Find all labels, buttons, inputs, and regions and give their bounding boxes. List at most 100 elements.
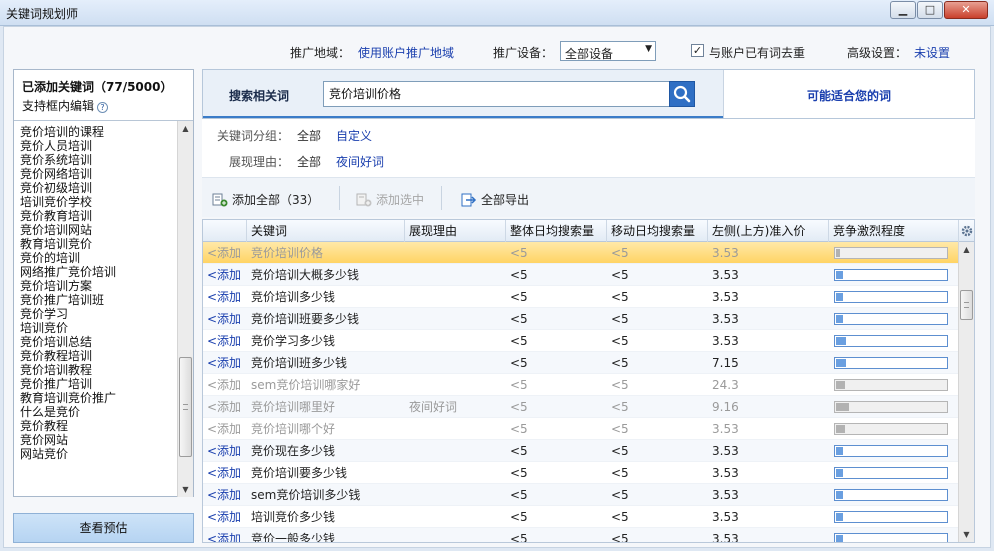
competition-bar-fill: [836, 447, 843, 455]
list-item[interactable]: 竞价系统培训: [20, 153, 175, 167]
minimize-button[interactable]: ▁: [890, 1, 916, 19]
scroll-up-icon[interactable]: ▲: [178, 121, 193, 136]
list-item[interactable]: 竞价培训总结: [20, 335, 175, 349]
cell-reason: [409, 352, 505, 374]
add-keyword-link[interactable]: <添加: [207, 440, 247, 462]
add-all-button[interactable]: 添加全部（33）: [212, 191, 319, 208]
add-selected-button[interactable]: 添加选中: [356, 191, 424, 208]
advanced-link[interactable]: 未设置: [914, 44, 950, 61]
add-keyword-link[interactable]: <添加: [207, 396, 247, 418]
close-button[interactable]: ✕: [944, 1, 988, 19]
table-row[interactable]: <添加 竞价培训班要多少钱 <5 <5 3.53: [203, 308, 959, 330]
scroll-thumb[interactable]: [179, 357, 192, 457]
header-reason[interactable]: 展现理由: [405, 220, 506, 242]
table-row[interactable]: <添加 竞价一般多少钱 <5 <5 3.53: [203, 528, 959, 542]
list-item[interactable]: 竞价推广培训: [20, 377, 175, 391]
header-total-searches[interactable]: 整体日均搜索量: [506, 220, 607, 242]
table-row[interactable]: <添加 sem竞价培训哪家好 <5 <5 24.3: [203, 374, 959, 396]
reason-filter-night[interactable]: 夜间好词: [336, 153, 384, 170]
competition-bar-fill: [836, 249, 840, 257]
maximize-button[interactable]: □: [917, 1, 943, 19]
add-keyword-link[interactable]: <添加: [207, 286, 247, 308]
list-item[interactable]: 网站竞价: [20, 447, 175, 461]
list-item[interactable]: 教育培训竞价: [20, 237, 175, 251]
cell-total: <5: [510, 356, 528, 370]
keywords-scrollbar[interactable]: ▲ ▼: [177, 121, 193, 497]
device-label: 推广设备：: [493, 46, 554, 60]
list-item[interactable]: 竞价教程培训: [20, 349, 175, 363]
table-row[interactable]: <添加 竞价培训大概多少钱 <5 <5 3.53: [203, 264, 959, 286]
tab-suggested-words-label: 可能适合您的词: [806, 89, 891, 103]
list-item[interactable]: 竞价人员培训: [20, 139, 175, 153]
scroll-down-icon[interactable]: ▼: [959, 527, 974, 542]
add-keyword-link[interactable]: <添加: [207, 418, 247, 440]
close-icon: ✕: [961, 3, 971, 16]
list-item[interactable]: 竞价网络培训: [20, 167, 175, 181]
search-button[interactable]: [669, 81, 695, 107]
table-row[interactable]: <添加 竞价培训哪里好 夜间好词 <5 <5 9.16: [203, 396, 959, 418]
competition-bar-fill: [836, 293, 843, 301]
cell-mobile: <5: [611, 268, 629, 282]
list-item[interactable]: 竞价初级培训: [20, 181, 175, 195]
scroll-thumb[interactable]: [960, 290, 973, 320]
table-row[interactable]: <添加 竞价培训要多少钱 <5 <5 3.53: [203, 462, 959, 484]
add-keyword-link[interactable]: <添加: [207, 462, 247, 484]
header-competition[interactable]: 竞争激烈程度: [829, 220, 959, 242]
list-item[interactable]: 教育培训竞价推广: [20, 391, 175, 405]
list-item[interactable]: 竞价教育培训: [20, 209, 175, 223]
header-entry-price[interactable]: 左侧(上方)准入价: [708, 220, 829, 242]
add-keyword-link[interactable]: <添加: [207, 484, 247, 506]
table-row[interactable]: <添加 sem竞价培训多少钱 <5 <5 3.53: [203, 484, 959, 506]
table-row[interactable]: <添加 竞价学习多少钱 <5 <5 3.53: [203, 330, 959, 352]
search-input[interactable]: 竞价培训价格: [323, 81, 671, 107]
added-keywords-list[interactable]: 竞价培训的课程 竞价人员培训 竞价系统培训 竞价网络培训 竞价初级培训 培训竞价学校 竞价教…: [14, 120, 193, 497]
header-mobile-searches[interactable]: 移动日均搜索量: [607, 220, 708, 242]
add-keyword-link[interactable]: <添加: [207, 506, 247, 528]
table-row[interactable]: <添加 培训竞价多少钱 <5 <5 3.53: [203, 506, 959, 528]
export-all-button[interactable]: 全部导出: [461, 191, 529, 208]
list-item[interactable]: 竞价网站: [20, 433, 175, 447]
scroll-up-icon[interactable]: ▲: [959, 242, 974, 257]
tab-suggested-words[interactable]: 可能适合您的词: [723, 70, 974, 118]
table-row[interactable]: <添加 竞价培训班多少钱 <5 <5 7.15: [203, 352, 959, 374]
list-item[interactable]: 竞价培训网站: [20, 223, 175, 237]
list-item[interactable]: 竞价培训教程: [20, 363, 175, 377]
add-keyword-link[interactable]: <添加: [207, 330, 247, 352]
add-keyword-link[interactable]: <添加: [207, 528, 247, 542]
list-item[interactable]: 竞价培训方案: [20, 279, 175, 293]
add-keyword-link[interactable]: <添加: [207, 352, 247, 374]
device-select[interactable]: 全部设备 ▼: [560, 41, 656, 61]
list-item[interactable]: 网络推广竞价培训: [20, 265, 175, 279]
list-item[interactable]: 竞价的培训: [20, 251, 175, 265]
region-link[interactable]: 使用账户推广地域: [358, 44, 454, 61]
list-item[interactable]: 竞价培训的课程: [20, 125, 175, 139]
group-filter-all[interactable]: 全部: [297, 127, 321, 144]
column-settings-button[interactable]: [959, 220, 974, 242]
list-item[interactable]: 竞价学习: [20, 307, 175, 321]
list-item[interactable]: 什么是竞价: [20, 405, 175, 419]
table-row[interactable]: <添加 竞价现在多少钱 <5 <5 3.53: [203, 440, 959, 462]
add-keyword-link[interactable]: <添加: [207, 264, 247, 286]
list-item[interactable]: 竞价教程: [20, 419, 175, 433]
scroll-down-icon[interactable]: ▼: [178, 482, 193, 497]
competition-bar: [834, 445, 948, 457]
reason-filter-all[interactable]: 全部: [297, 153, 321, 170]
list-item[interactable]: 竞价推广培训班: [20, 293, 175, 307]
table-row[interactable]: <添加 竞价培训多少钱 <5 <5 3.53: [203, 286, 959, 308]
tab-search-related[interactable]: 搜索相关词 竞价培训价格: [203, 70, 723, 118]
list-item[interactable]: 培训竞价: [20, 321, 175, 335]
table-row[interactable]: <添加 竞价培训哪个好 <5 <5 3.53: [203, 418, 959, 440]
add-keyword-link[interactable]: <添加: [207, 242, 247, 264]
preview-estimate-button[interactable]: 查看预估: [13, 513, 194, 543]
group-filter-custom[interactable]: 自定义: [336, 127, 372, 144]
help-icon[interactable]: ?: [97, 102, 109, 113]
cell-price: 3.53: [712, 268, 739, 282]
add-keyword-link[interactable]: <添加: [207, 308, 247, 330]
table-scrollbar[interactable]: ▲ ▼: [958, 242, 974, 542]
table-row[interactable]: <添加 竞价培训价格 <5 <5 3.53: [203, 242, 959, 264]
dedupe-checkbox[interactable]: ✓: [691, 44, 704, 57]
header-keyword[interactable]: 关键词: [247, 220, 405, 242]
list-item[interactable]: 培训竞价学校: [20, 195, 175, 209]
search-bar: 搜索相关词 竞价培训价格 可能适合您的词: [202, 69, 975, 119]
add-keyword-link[interactable]: <添加: [207, 374, 247, 396]
